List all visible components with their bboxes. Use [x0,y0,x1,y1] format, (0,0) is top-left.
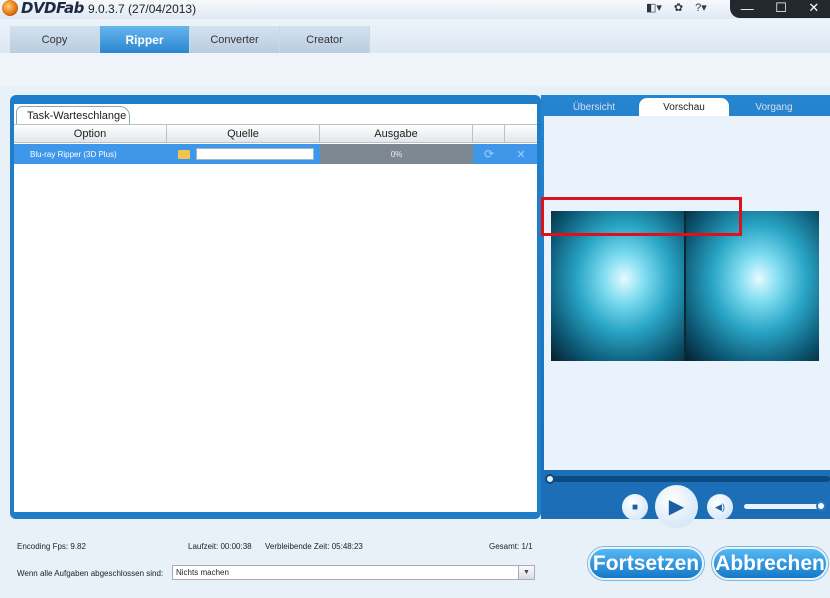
refresh-icon[interactable]: ⟳ [473,144,505,164]
tab-converter[interactable]: Converter [190,26,280,53]
volume-icon[interactable]: ◀) [707,494,733,520]
settings-gear-icon[interactable]: ✿ [674,1,683,14]
table-row[interactable]: Blu-ray Ripper (3D Plus) 0% ⟳ ✕ [14,144,537,164]
dvdfab-logo-icon [2,0,18,16]
cancel-button[interactable]: Abbrechen [712,547,828,580]
help-menu-icon[interactable]: ?▾ [695,1,707,14]
tab-process[interactable]: Vorgang [729,98,819,116]
tab-creator[interactable]: Creator [280,26,370,53]
play-icon[interactable]: ▶ [655,485,698,528]
task-queue-list [14,104,537,512]
elapsed-time: Laufzeit: 00:00:38 [188,542,252,551]
main-tabs: Copy Ripper Converter Creator [10,26,370,53]
column-source[interactable]: Quelle [167,125,320,142]
close-window-icon[interactable]: ✕ [808,0,819,16]
tab-overview[interactable]: Übersicht [549,98,639,116]
task-queue-tab[interactable]: Task-Warteschlange [16,106,130,124]
total-count: Gesamt: 1/1 [489,542,533,551]
preview-tabs: Übersicht Vorschau Vorgang [549,98,819,116]
resume-button[interactable]: Fortsetzen [588,547,704,580]
title-bar: DVDFab 9.0.3.7 (27/04/2013) ◧▾ ✿ ?▾ — ☐ … [0,0,830,19]
volume-handle[interactable] [816,501,826,511]
when-done-select[interactable]: Nichts machen [172,565,535,580]
window-controls: — ☐ ✕ [730,0,830,18]
minimize-icon[interactable]: — [741,1,754,16]
app-version: 9.0.3.7 (27/04/2013) [88,2,197,16]
column-output[interactable]: Ausgabe [320,125,473,142]
row-output-progress: 0% [320,144,473,164]
stop-icon[interactable]: ■ [622,494,648,520]
encoding-fps: Encoding Fps: 9.82 [17,542,86,551]
seek-bar[interactable] [549,476,830,482]
tab-copy[interactable]: Copy [10,26,100,53]
titlebar-toolbar: ◧▾ ✿ ?▾ [646,1,707,14]
seek-handle[interactable] [545,474,555,484]
tab-ripper[interactable]: Ripper [100,26,190,53]
remove-task-icon[interactable]: ✕ [505,144,537,164]
source-field[interactable] [196,148,314,160]
toolbar-strip [0,53,830,86]
remaining-time: Verbleibende Zeit: 05:48:23 [265,542,363,551]
queue-table-header: Option Quelle Ausgabe [14,124,537,143]
column-action-2 [505,125,537,142]
volume-slider[interactable] [744,504,822,509]
column-option[interactable]: Option [14,125,167,142]
folder-icon[interactable] [178,149,190,159]
column-action-1 [473,125,505,142]
highlight-box [541,197,742,236]
when-done-label: Wenn alle Aufgaben abgeschlossen sind: [17,569,164,578]
tab-preview[interactable]: Vorschau [639,98,729,116]
row-source [167,144,320,164]
row-option: Blu-ray Ripper (3D Plus) [30,149,117,159]
maximize-icon[interactable]: ☐ [775,0,787,16]
chevron-down-icon[interactable]: ▼ [518,566,534,579]
skin-menu-icon[interactable]: ◧▾ [646,1,662,14]
app-brand: DVDFab [21,0,84,17]
